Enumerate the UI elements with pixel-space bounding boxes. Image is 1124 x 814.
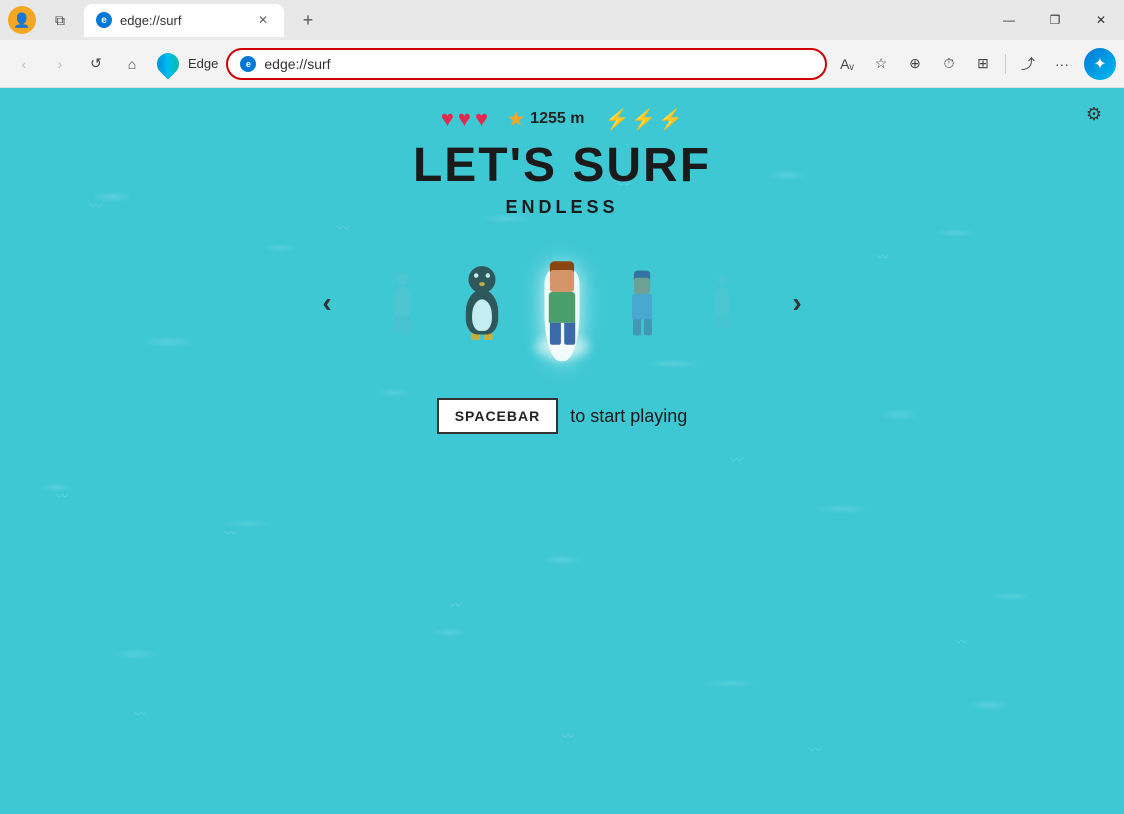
fish-decoration: 〰 (731, 451, 743, 468)
lives-display: ♥ ♥ ♥ (441, 106, 488, 132)
start-text: to start playing (570, 406, 687, 427)
active-tab[interactable]: e edge://surf ✕ (84, 4, 284, 37)
bolt-3: ⚡ (658, 107, 683, 132)
tab-favicon: e (96, 12, 112, 28)
nav-separator (1005, 54, 1006, 74)
close-button[interactable]: ✕ (1078, 0, 1124, 40)
edge-logo (154, 50, 182, 78)
fish-decoration: 〰 (955, 633, 967, 650)
navigation-bar: ‹ › ↺ ⌂ Edge e edge://surf Aᵥ ☆ ⊕ ⏱ ⊞ ⤴ … (0, 40, 1124, 88)
minimize-button[interactable]: — (986, 0, 1032, 40)
tab-close-button[interactable]: ✕ (254, 11, 272, 29)
bolt-1: ⚡ (604, 107, 629, 132)
heart-2: ♥ (458, 106, 471, 132)
settings-button[interactable]: ⚙ (1080, 100, 1108, 128)
character-surfer-active[interactable] (524, 243, 601, 364)
new-tab-button[interactable]: + (292, 4, 324, 36)
edge-brand-label: Edge (188, 56, 218, 71)
game-hud: ♥ ♥ ♥ ★ 1255 m ⚡ ⚡ ⚡ (0, 106, 1124, 132)
browser-window: 👤 ⧉ e edge://surf ✕ + — ❐ ✕ ‹ › ↺ ⌂ Edge… (0, 0, 1124, 814)
character-female-1[interactable] (611, 254, 674, 353)
refresh-button[interactable]: ↺ (80, 48, 112, 80)
game-subtitle: ENDLESS (505, 197, 618, 218)
character-carousel: ‹ (307, 248, 817, 358)
heart-1: ♥ (441, 106, 454, 132)
character-far-right[interactable] (696, 262, 749, 345)
fish-decoration: 〰 (135, 705, 147, 722)
tab-title: edge://surf (120, 13, 181, 28)
fish-decoration: 〰 (450, 596, 462, 613)
nav-right-buttons: Aᵥ ☆ ⊕ ⏱ ⊞ ⤴ ··· ✦ (831, 48, 1116, 80)
collections-button[interactable]: ⊕ (899, 48, 931, 80)
favorites-button[interactable]: ☆ (865, 48, 897, 80)
carousel-left-arrow[interactable]: ‹ (307, 283, 347, 323)
heart-3: ♥ (475, 106, 488, 132)
game-area: 〰 〰 〰 〰 〰 〰 〰 〰 〰 〰 〰 〰 ♥ ♥ ♥ ★ 1255 m ⚡… (0, 88, 1124, 814)
powerup-display: ⚡ ⚡ ⚡ (604, 107, 683, 132)
character-1[interactable] (376, 262, 429, 345)
fish-decoration: 〰 (562, 727, 574, 744)
star-icon: ★ (508, 109, 524, 130)
game-title: LET'S SURF (413, 138, 711, 193)
window-controls: — ❐ ✕ (986, 0, 1124, 40)
score-value: 1255 m (530, 110, 584, 128)
fish-decoration: 〰 (877, 248, 889, 265)
address-favicon: e (240, 56, 256, 72)
score-display: ★ 1255 m (508, 109, 584, 130)
spacebar-key[interactable]: SPACEBAR (437, 398, 559, 434)
history-button[interactable]: ⏱ (933, 48, 965, 80)
maximize-button[interactable]: ❐ (1032, 0, 1078, 40)
address-bar-wrapper: e edge://surf (226, 48, 827, 80)
fish-decoration: 〰 (90, 197, 102, 214)
profile-button[interactable]: 👤 (8, 6, 36, 34)
back-button[interactable]: ‹ (8, 48, 40, 80)
characters-list (367, 248, 757, 358)
extensions-button[interactable]: ⊞ (967, 48, 999, 80)
character-penguin[interactable] (451, 254, 514, 353)
tab-manager-button[interactable]: ⧉ (44, 4, 76, 36)
copilot-button[interactable]: ✦ (1084, 48, 1116, 80)
carousel-right-arrow[interactable]: › (777, 283, 817, 323)
fish-decoration: 〰 (225, 524, 237, 541)
share-button[interactable]: ⤴ (1012, 48, 1044, 80)
home-button[interactable]: ⌂ (116, 48, 148, 80)
game-content: LET'S SURF ENDLESS ‹ (307, 138, 817, 434)
read-aloud-button[interactable]: Aᵥ (831, 48, 863, 80)
start-prompt: SPACEBAR to start playing (437, 398, 688, 434)
address-text: edge://surf (264, 56, 330, 72)
more-button[interactable]: ··· (1046, 48, 1078, 80)
bolt-2: ⚡ (631, 107, 656, 132)
fish-decoration: 〰 (809, 741, 821, 758)
forward-button[interactable]: › (44, 48, 76, 80)
fish-decoration: 〰 (56, 487, 68, 504)
title-bar: 👤 ⧉ e edge://surf ✕ + — ❐ ✕ (0, 0, 1124, 40)
address-bar[interactable]: e edge://surf (226, 48, 827, 80)
